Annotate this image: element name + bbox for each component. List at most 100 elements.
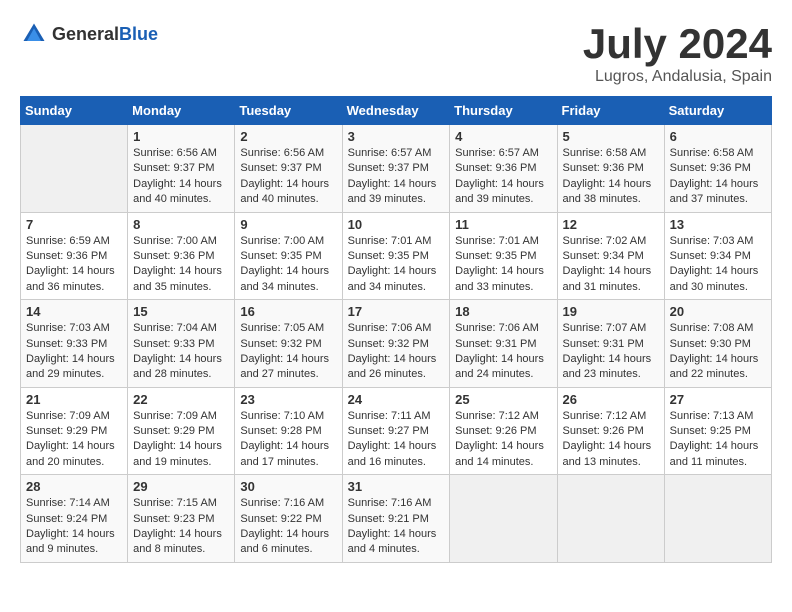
week-row-1: 1 Sunrise: 6:56 AMSunset: 9:37 PMDaylight… [21, 125, 772, 213]
calendar-cell: 30Sunrise: 7:16 AMSunset: 9:22 PMDayligh… [235, 475, 342, 563]
day-number: 21 [26, 392, 122, 407]
day-number: 28 [26, 479, 122, 494]
cell-content: Sunrise: 6:57 AMSunset: 9:36 PMDaylight:… [455, 146, 551, 208]
day-number: 8 [133, 217, 229, 232]
calendar-cell: 26Sunrise: 7:12 AMSunset: 9:26 PMDayligh… [557, 387, 664, 475]
column-header-tuesday: Tuesday [235, 97, 342, 125]
cell-content: Sunrise: 7:07 AMSunset: 9:31 PMDaylight:… [563, 321, 659, 383]
calendar-cell: 20 Sunrise: 7:08 AMSunset: 9:30 PMDayligh… [664, 300, 771, 388]
calendar-cell: 9 Sunrise: 7:00 AMSunset: 9:35 PMDaylight… [235, 212, 342, 300]
day-number: 19 [563, 304, 659, 319]
calendar-cell: 31 Sunrise: 7:16 AMSunset: 9:21 PMDayligh… [342, 475, 450, 563]
cell-content: Sunrise: 7:03 AMSunset: 9:34 PMDaylight:… [670, 234, 766, 296]
cell-content: Sunrise: 7:09 AMSunset: 9:29 PMDaylight:… [26, 409, 122, 471]
cell-content: Sunrise: 7:15 AMSunset: 9:23 PMDaylight:… [133, 496, 229, 558]
calendar-table: SundayMondayTuesdayWednesdayThursdayFrid… [20, 96, 772, 563]
column-header-monday: Monday [128, 97, 235, 125]
column-header-wednesday: Wednesday [342, 97, 450, 125]
cell-content: Sunrise: 6:57 AMSunset: 9:37 PMDaylight:… [348, 146, 445, 208]
calendar-cell: 4 Sunrise: 6:57 AMSunset: 9:36 PMDaylight… [450, 125, 557, 213]
day-number: 17 [348, 304, 445, 319]
calendar-cell: 8 Sunrise: 7:00 AMSunset: 9:36 PMDaylight… [128, 212, 235, 300]
day-number: 31 [348, 479, 445, 494]
day-number: 12 [563, 217, 659, 232]
cell-content: Sunrise: 7:01 AMSunset: 9:35 PMDaylight:… [455, 234, 551, 296]
column-header-friday: Friday [557, 97, 664, 125]
cell-content: Sunrise: 7:00 AMSunset: 9:35 PMDaylight:… [240, 234, 336, 296]
calendar-cell: 21 Sunrise: 7:09 AMSunset: 9:29 PMDayligh… [21, 387, 128, 475]
logo-blue: Blue [119, 24, 158, 44]
cell-content: Sunrise: 7:09 AMSunset: 9:29 PMDaylight:… [133, 409, 229, 471]
cell-content: Sunrise: 7:00 AMSunset: 9:36 PMDaylight:… [133, 234, 229, 296]
cell-content: Sunrise: 7:03 AMSunset: 9:33 PMDaylight:… [26, 321, 122, 383]
logo-general: General [52, 24, 119, 44]
calendar-cell: 5 Sunrise: 6:58 AMSunset: 9:36 PMDaylight… [557, 125, 664, 213]
day-number: 24 [348, 392, 445, 407]
calendar-cell: 1Sunrise: 6:56 AMSunset: 9:37 PMDaylight… [128, 125, 235, 213]
day-number: 25 [455, 392, 551, 407]
calendar-cell [557, 475, 664, 563]
calendar-cell: 17Sunrise: 7:06 AMSunset: 9:32 PMDayligh… [342, 300, 450, 388]
cell-content: Sunrise: 7:13 AMSunset: 9:25 PMDaylight:… [670, 409, 766, 471]
logo-icon [20, 20, 48, 48]
day-number: 7 [26, 217, 122, 232]
week-row-3: 14Sunrise: 7:03 AMSunset: 9:33 PMDayligh… [21, 300, 772, 388]
calendar-cell: 29Sunrise: 7:15 AMSunset: 9:23 PMDayligh… [128, 475, 235, 563]
day-number: 13 [670, 217, 766, 232]
calendar-cell: 28Sunrise: 7:14 AMSunset: 9:24 PMDayligh… [21, 475, 128, 563]
cell-content: Sunrise: 7:06 AMSunset: 9:31 PMDaylight:… [455, 321, 551, 383]
day-number: 26 [563, 392, 659, 407]
day-number: 15 [133, 304, 229, 319]
header-row: SundayMondayTuesdayWednesdayThursdayFrid… [21, 97, 772, 125]
column-header-saturday: Saturday [664, 97, 771, 125]
day-number: 10 [348, 217, 445, 232]
column-header-sunday: Sunday [21, 97, 128, 125]
day-number: 4 [455, 129, 551, 144]
day-number: 3 [348, 129, 445, 144]
day-number: 18 [455, 304, 551, 319]
logo-text: GeneralBlue [52, 24, 158, 45]
calendar-cell: 19 Sunrise: 7:07 AMSunset: 9:31 PMDayligh… [557, 300, 664, 388]
cell-content: Sunrise: 6:58 AMSunset: 9:36 PMDaylight:… [670, 146, 766, 208]
day-number: 16 [240, 304, 336, 319]
week-row-4: 21 Sunrise: 7:09 AMSunset: 9:29 PMDayligh… [21, 387, 772, 475]
cell-content: Sunrise: 7:08 AMSunset: 9:30 PMDaylight:… [670, 321, 766, 383]
calendar-cell: 14Sunrise: 7:03 AMSunset: 9:33 PMDayligh… [21, 300, 128, 388]
day-number: 27 [670, 392, 766, 407]
day-number: 22 [133, 392, 229, 407]
cell-content: Sunrise: 7:02 AMSunset: 9:34 PMDaylight:… [563, 234, 659, 296]
cell-content: Sunrise: 7:05 AMSunset: 9:32 PMDaylight:… [240, 321, 336, 383]
cell-content: Sunrise: 7:01 AMSunset: 9:35 PMDaylight:… [348, 234, 445, 296]
calendar-cell: 23 Sunrise: 7:10 AMSunset: 9:28 PMDayligh… [235, 387, 342, 475]
page-header: GeneralBlue July 2024 Lugros, Andalusia,… [20, 20, 772, 86]
day-number: 23 [240, 392, 336, 407]
day-number: 20 [670, 304, 766, 319]
day-number: 9 [240, 217, 336, 232]
day-number: 5 [563, 129, 659, 144]
calendar-cell [664, 475, 771, 563]
week-row-5: 28Sunrise: 7:14 AMSunset: 9:24 PMDayligh… [21, 475, 772, 563]
day-number: 11 [455, 217, 551, 232]
calendar-cell: 24 Sunrise: 7:11 AMSunset: 9:27 PMDayligh… [342, 387, 450, 475]
column-header-thursday: Thursday [450, 97, 557, 125]
calendar-cell: 15Sunrise: 7:04 AMSunset: 9:33 PMDayligh… [128, 300, 235, 388]
calendar-cell: 12 Sunrise: 7:02 AMSunset: 9:34 PMDayligh… [557, 212, 664, 300]
day-number: 30 [240, 479, 336, 494]
calendar-cell: 25 Sunrise: 7:12 AMSunset: 9:26 PMDayligh… [450, 387, 557, 475]
cell-content: Sunrise: 6:59 AMSunset: 9:36 PMDaylight:… [26, 234, 122, 296]
cell-content: Sunrise: 7:16 AMSunset: 9:21 PMDaylight:… [348, 496, 445, 558]
day-number: 2 [240, 129, 336, 144]
calendar-cell: 3 Sunrise: 6:57 AMSunset: 9:37 PMDaylight… [342, 125, 450, 213]
cell-content: Sunrise: 7:12 AMSunset: 9:26 PMDaylight:… [455, 409, 551, 471]
day-number: 1 [133, 129, 229, 144]
calendar-cell: 6 Sunrise: 6:58 AMSunset: 9:36 PMDaylight… [664, 125, 771, 213]
cell-content: Sunrise: 6:56 AMSunset: 9:37 PMDaylight:… [240, 146, 336, 208]
title-block: July 2024 Lugros, Andalusia, Spain [583, 20, 772, 86]
calendar-cell: 11 Sunrise: 7:01 AMSunset: 9:35 PMDayligh… [450, 212, 557, 300]
calendar-cell [21, 125, 128, 213]
cell-content: Sunrise: 6:58 AMSunset: 9:36 PMDaylight:… [563, 146, 659, 208]
cell-content: Sunrise: 7:11 AMSunset: 9:27 PMDaylight:… [348, 409, 445, 471]
day-number: 6 [670, 129, 766, 144]
cell-content: Sunrise: 7:10 AMSunset: 9:28 PMDaylight:… [240, 409, 336, 471]
calendar-cell: 7 Sunrise: 6:59 AMSunset: 9:36 PMDaylight… [21, 212, 128, 300]
